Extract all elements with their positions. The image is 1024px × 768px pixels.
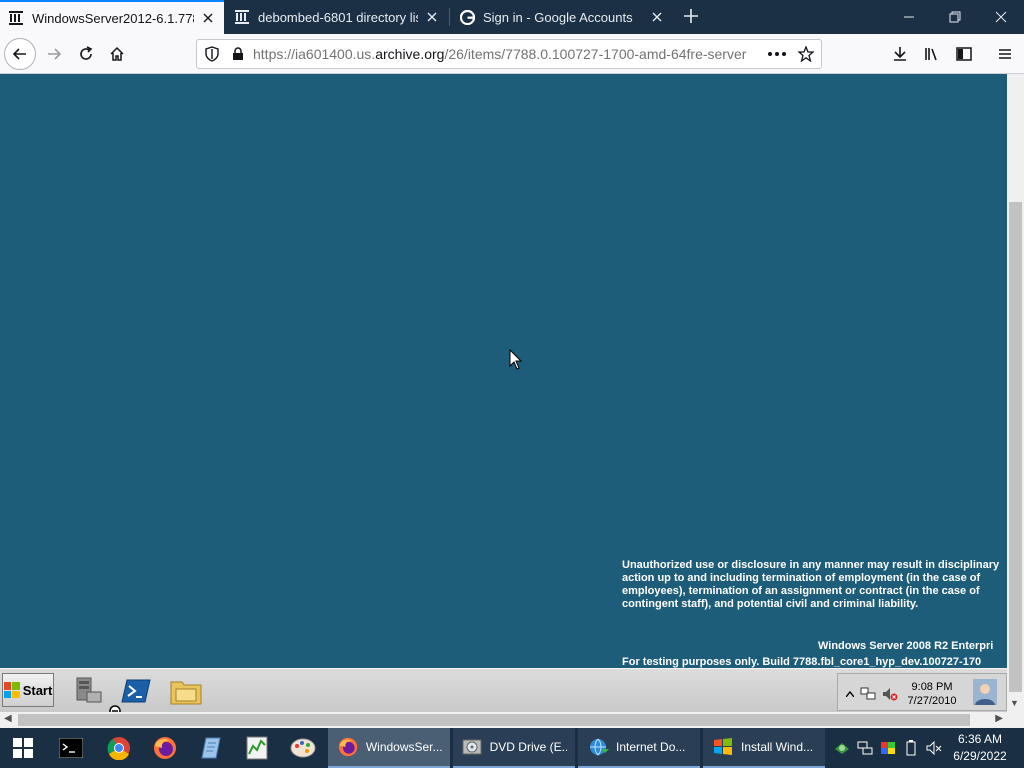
sidebar-button[interactable] — [948, 38, 980, 70]
windows-start-icon[interactable] — [0, 728, 46, 768]
tab-windowsserver2012[interactable]: WindowsServer2012-6.1.7788-D — [0, 0, 224, 34]
taskbar-item-dvd-drive[interactable]: DVD Drive (E... — [453, 728, 575, 768]
guest-notification-area: 9:08 PM 7/27/2010 — [837, 673, 1007, 711]
host-clock[interactable]: 6:36 AM 6/29/2022 — [946, 731, 1014, 765]
guest-taskbar: Start 9:08 PM 7/27/2010 — [0, 668, 1007, 712]
google-icon — [459, 9, 475, 25]
task-label: Internet Do... — [616, 740, 686, 754]
build-text: For testing purposes only. Build 7788.fb… — [622, 656, 982, 668]
tab-google-sign-in[interactable]: Sign in - Google Accounts — [451, 0, 673, 34]
command-prompt-icon[interactable] — [48, 728, 94, 768]
library-icon — [925, 48, 937, 61]
minimize-button[interactable] — [886, 0, 932, 34]
menu-button[interactable] — [989, 38, 1021, 70]
notepad-icon[interactable] — [188, 728, 234, 768]
mouse-pointer-icon — [509, 348, 523, 371]
paint-icon[interactable] — [280, 728, 326, 768]
restore-button[interactable] — [932, 0, 978, 34]
tab-title: debombed-6801 directory listin — [258, 9, 418, 25]
reload-button[interactable] — [70, 38, 102, 70]
show-hidden-icons-icon[interactable] — [842, 686, 858, 702]
new-tab-button[interactable] — [680, 4, 702, 28]
start-label: Start — [22, 682, 53, 698]
vertical-scrollbar[interactable]: ▼ — [1007, 74, 1024, 712]
dvd-drive-icon — [461, 735, 484, 759]
scroll-left-arrow-icon[interactable]: ◀ — [4, 713, 12, 724]
network-tray-icon[interactable] — [853, 728, 877, 768]
volume-muted-tray-icon[interactable] — [922, 728, 946, 768]
taskbar-item-firefox[interactable]: WindowsSer... — [328, 728, 450, 768]
edition-text: Windows Server 2008 R2 Enterpri — [818, 640, 994, 652]
archive-icon — [8, 10, 24, 26]
close-tab-icon[interactable] — [649, 9, 665, 25]
windows-flag-icon — [3, 682, 20, 698]
browser-toolbar: https://ia601400.us.archive.org/26/items… — [0, 34, 1024, 74]
windows-setup-icon — [711, 735, 735, 759]
chrome-icon[interactable] — [96, 728, 142, 768]
network-icon[interactable] — [860, 686, 876, 702]
start-button[interactable]: Start — [2, 673, 54, 707]
home-button[interactable] — [101, 38, 133, 70]
back-arrow-icon — [12, 48, 26, 60]
task-label: DVD Drive (E... — [489, 740, 567, 754]
taskbar-item-install-windows[interactable]: Install Wind... — [703, 728, 825, 768]
firefox-icon — [336, 735, 360, 759]
tab-title: Sign in - Google Accounts — [483, 9, 633, 25]
server-manager-icon[interactable] — [72, 675, 104, 707]
show-desktop-button[interactable] — [1016, 728, 1024, 768]
tray-app-icon[interactable] — [830, 728, 854, 768]
host-taskbar: WindowsSer... DVD Drive (E... Internet D… — [0, 728, 1024, 768]
close-window-button[interactable] — [978, 0, 1024, 34]
shield-icon[interactable] — [201, 43, 223, 65]
remote-desktop-viewport[interactable]: Unauthorized use or disclosure in any ma… — [0, 74, 1007, 668]
host-clock-time: 6:36 AM — [957, 732, 1003, 746]
scroll-down-arrow-icon[interactable]: ▼ — [1010, 698, 1019, 708]
download-icon — [894, 47, 906, 61]
display-tray-icon[interactable] — [876, 728, 900, 768]
guest-clock-time: 9:08 PM — [911, 681, 953, 693]
task-label: Install Wind... — [741, 740, 814, 754]
host-clock-date: 6/29/2022 — [953, 749, 1007, 763]
close-tab-icon[interactable] — [424, 9, 440, 25]
firefox-icon[interactable] — [142, 728, 188, 768]
powershell-icon[interactable] — [120, 675, 152, 707]
reload-icon — [80, 46, 93, 60]
address-bar[interactable]: https://ia601400.us.archive.org/26/items… — [196, 39, 822, 69]
scrollbar-corner — [1007, 712, 1024, 728]
close-tab-icon[interactable] — [200, 10, 216, 26]
back-button[interactable] — [4, 38, 36, 70]
lock-icon[interactable] — [227, 43, 249, 65]
task-label: WindowsSer... — [365, 740, 442, 754]
volume-muted-icon[interactable] — [882, 686, 898, 702]
task-manager-icon[interactable] — [234, 728, 280, 768]
explorer-folder-icon[interactable] — [170, 675, 202, 707]
url-text: https://ia601400.us.archive.org/26/items… — [253, 46, 747, 62]
vertical-scroll-thumb[interactable] — [1009, 202, 1022, 692]
battery-tray-icon[interactable] — [899, 728, 923, 768]
scroll-right-arrow-icon[interactable]: ▶ — [995, 713, 1003, 724]
tab-separator — [449, 8, 450, 26]
browser-tab-strip: WindowsServer2012-6.1.7788-D debombed-68… — [0, 0, 1024, 34]
legal-notice: Unauthorized use or disclosure in any ma… — [622, 559, 1000, 610]
bookmark-star-icon[interactable] — [795, 43, 817, 65]
build-watermark: Windows Server 2008 R2 Enterpri For test… — [622, 638, 1007, 668]
user-avatar-icon[interactable] — [972, 678, 998, 706]
archive-icon — [234, 9, 250, 25]
taskbar-item-internet-download[interactable]: Internet Do... — [578, 728, 700, 768]
guest-clock[interactable]: 9:08 PM 7/27/2010 — [902, 680, 962, 708]
horizontal-scroll-thumb[interactable] — [18, 714, 970, 726]
horizontal-scrollbar[interactable]: ◀ ▶ — [0, 712, 1007, 728]
tab-title: WindowsServer2012-6.1.7788-D — [32, 10, 194, 26]
tab-debombed-directory[interactable]: debombed-6801 directory listin — [226, 0, 448, 34]
forward-arrow-icon — [48, 48, 62, 60]
downloads-button[interactable] — [884, 38, 916, 70]
hamburger-menu-icon — [999, 49, 1011, 59]
guest-clock-date: 7/27/2010 — [907, 695, 957, 707]
library-button[interactable] — [916, 38, 948, 70]
home-icon — [110, 46, 124, 61]
internet-download-icon — [586, 735, 610, 759]
page-actions-icon[interactable] — [763, 43, 791, 65]
sidebar-icon — [956, 47, 972, 61]
forward-button[interactable] — [38, 38, 70, 70]
